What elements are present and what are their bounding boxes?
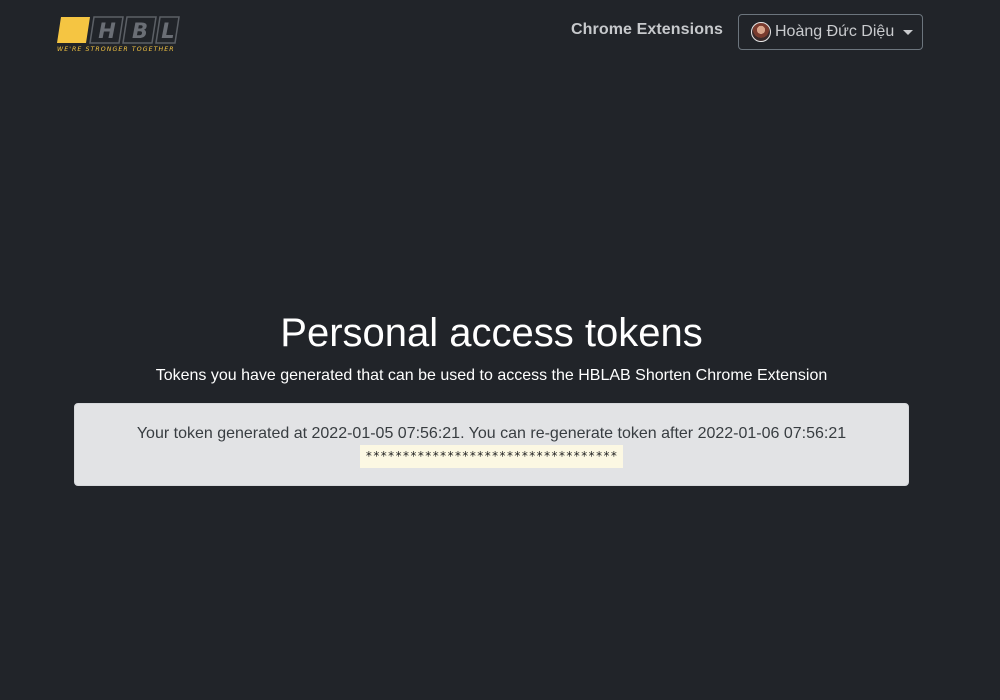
- chrome-extensions-link[interactable]: Chrome Extensions: [571, 21, 723, 39]
- logo-tagline: WE'RE STRONGER TOGETHER: [57, 46, 175, 53]
- logo-letter-b: B: [132, 19, 148, 43]
- token-info-text: Your token generated at 2022-01-05 07:56…: [136, 425, 847, 442]
- logo-letter-l: L: [161, 19, 174, 43]
- token-card: Your token generated at 2022-01-05 07:56…: [74, 403, 909, 486]
- token-value[interactable]: **********************************: [360, 445, 623, 468]
- page-title: Personal access tokens: [280, 311, 703, 355]
- caret-down-icon: [903, 30, 914, 35]
- logo-letter-h: H: [98, 19, 116, 43]
- user-menu-dropdown[interactable]: Hoàng Đức Diệu: [738, 14, 923, 50]
- hbl-logo[interactable]: H B L WE'RE STRONGER TOGETHER: [57, 15, 181, 55]
- user-name: Hoàng Đức Diệu: [775, 23, 895, 40]
- page-subtitle: Tokens you have generated that can be us…: [155, 367, 828, 384]
- navbar: H B L WE'RE STRONGER TOGETHER Chrome Ext…: [0, 0, 1000, 66]
- user-avatar-icon: [751, 22, 771, 42]
